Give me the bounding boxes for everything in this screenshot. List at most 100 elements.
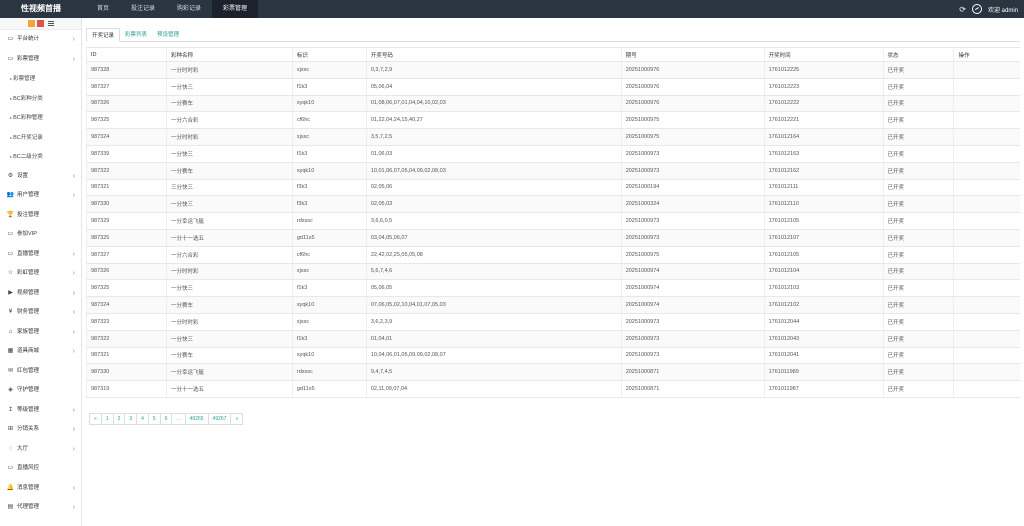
table-cell[interactable]: [953, 246, 1020, 264]
sidebar-item[interactable]: ¥ 财务管理 ›: [0, 303, 81, 323]
table-cell: 已开奖: [882, 263, 954, 281]
sidebar-flag-icon[interactable]: [36, 20, 44, 27]
avatar-icon[interactable]: [971, 4, 982, 14]
trophy-icon: 🏆: [6, 211, 15, 218]
table-cell: rdxssc: [291, 212, 367, 230]
sidebar-subitem[interactable]: 彩票管理: [0, 69, 81, 89]
sidebar-star-icon[interactable]: [27, 20, 35, 27]
table-cell: 一分十一选五: [165, 229, 293, 247]
sidebar-subitem[interactable]: BC彩种分类: [0, 89, 81, 109]
table-cell[interactable]: [953, 330, 1020, 348]
table-cell: 已开奖: [882, 296, 954, 314]
sidebar-item[interactable]: ↥ 等级管理 ›: [0, 401, 81, 421]
table-cell: cf6hc: [291, 246, 367, 264]
tab-item[interactable]: 开奖记录: [86, 28, 121, 42]
user-welcome[interactable]: 欢迎 admin: [988, 5, 1018, 14]
sidebar-item[interactable]: 🔔 消息管理 ›: [0, 479, 81, 499]
table-cell: 20251000871: [620, 380, 765, 398]
table-cell: 0,3,7,2,9: [365, 61, 622, 79]
chevron-right-icon: ›: [72, 192, 75, 199]
table-cell: 987328: [86, 61, 167, 79]
table-cell[interactable]: [953, 128, 1020, 146]
table-cell: 一分时时彩: [165, 128, 293, 146]
table-cell[interactable]: [953, 296, 1020, 314]
page-link[interactable]: 49267: [207, 412, 232, 425]
sidebar-item[interactable]: ▶ 视频管理 ›: [0, 284, 81, 304]
table-cell: 1761012163: [763, 145, 884, 163]
sidebar-item[interactable]: ▭ 直播管理 ›: [0, 245, 81, 265]
sidebar-item-label: 代理管理: [17, 504, 40, 510]
table-cell: 05,06,05: [365, 279, 622, 298]
sidebar-item[interactable]: ▭ 直播风控: [0, 459, 81, 479]
sidebar-item-label: 设置: [17, 172, 29, 179]
sidebar-item[interactable]: ◌ 大厅 ›: [0, 440, 81, 460]
chevron-right-icon: ›: [72, 55, 75, 63]
sidebar-item[interactable]: ☆ 彩虹管理 ›: [0, 264, 81, 284]
table-cell: 987324: [86, 296, 167, 314]
tab-item[interactable]: 彩票列表: [120, 28, 152, 42]
table-cell[interactable]: [953, 279, 1020, 298]
sidebar-item[interactable]: 🏆 投注管理: [0, 206, 81, 226]
table-cell: 已开奖: [882, 246, 954, 264]
table-cell[interactable]: [953, 347, 1020, 365]
top-nav-item[interactable]: 购彩记录: [166, 0, 212, 18]
top-nav-item[interactable]: 彩票管理: [212, 0, 259, 18]
table-cell[interactable]: [953, 111, 1020, 130]
table-cell: 1761012044: [763, 313, 884, 331]
column-header: 开奖号码: [365, 47, 622, 62]
table-row: 987327 一分快三 f1k3 05,06,04 20251000976 1761012…: [86, 78, 1020, 96]
sidebar-item[interactable]: ✉ 红包管理: [0, 362, 81, 382]
sidebar-subitem[interactable]: BC彩种管理: [0, 108, 81, 128]
sidebar-item[interactable]: 👥 用户管理 ›: [0, 186, 81, 206]
table-cell[interactable]: [953, 212, 1020, 230]
table-cell: 03,04,05,06,07: [365, 229, 622, 247]
table-cell: f1k3: [291, 279, 367, 298]
table-cell[interactable]: [953, 313, 1020, 331]
table-cell: 987321: [86, 347, 167, 365]
table-cell[interactable]: [953, 95, 1020, 113]
page-link[interactable]: »: [230, 412, 244, 425]
table-cell[interactable]: [953, 145, 1020, 163]
tab-item[interactable]: 预设管理: [152, 28, 184, 42]
sidebar-item[interactable]: ▦ 道具商城 ›: [0, 342, 81, 362]
sidebar-subitem[interactable]: BC开奖记录: [0, 128, 81, 148]
table-cell: 1761012110: [763, 195, 884, 214]
sidebar-item[interactable]: ⊞ 分销关系 ›: [0, 420, 81, 440]
table-cell: 01,08,06,07,01,04,04,10,02,03: [365, 95, 622, 113]
table-cell: 1761012111: [763, 179, 884, 197]
table-cell[interactable]: [953, 162, 1020, 180]
table-cell[interactable]: [953, 61, 1020, 79]
sidebar-item[interactable]: ▭ 参加VIP: [0, 225, 81, 245]
table-row: 987325 一分快三 f1k3 05,06,05 20251000974 1761012…: [86, 279, 1020, 298]
table-cell[interactable]: [953, 179, 1020, 197]
sidebar-item[interactable]: ▭ 彩票管理 ›: [0, 50, 81, 70]
sidebar-item[interactable]: ⚙ 设置 ›: [0, 167, 81, 187]
page-link[interactable]: 49265: [184, 412, 209, 425]
table-cell: 20251000974: [620, 296, 765, 314]
top-nav-item[interactable]: 投注记录: [120, 0, 166, 18]
sidebar-item[interactable]: ◈ 守护管理: [0, 381, 81, 401]
sidebar-subitem[interactable]: BC二级分类: [0, 147, 81, 167]
table-cell[interactable]: [953, 380, 1020, 398]
table-row: 987319 一分十一选五 gd11x5 02,11,09,07,04 20251000…: [86, 380, 1020, 398]
table-cell[interactable]: [953, 229, 1020, 247]
top-bar: 性视频首播 首页 投注记录 购彩记录 彩票管理 ⟳ 欢迎 admin: [0, 0, 1024, 18]
table-cell[interactable]: [953, 195, 1020, 214]
chevron-right-icon: ›: [72, 36, 75, 43]
sidebar-item[interactable]: ⌂ 家族管理 ›: [0, 323, 81, 343]
column-header: 操作: [953, 47, 1020, 62]
sidebar-item[interactable]: ▤ 代理管理 ›: [0, 498, 81, 518]
table-cell[interactable]: [953, 263, 1020, 281]
table-cell: 一分快三: [165, 78, 293, 96]
table-cell[interactable]: [953, 78, 1020, 96]
chevron-right-icon: ›: [72, 250, 75, 258]
refresh-icon[interactable]: ⟳: [959, 5, 966, 14]
menu-toggle-icon[interactable]: [47, 21, 54, 26]
table-row: 987324 一分时时彩 xjssc 3,5,7,2,5 20251000975 1761…: [86, 128, 1020, 146]
sidebar-item[interactable]: ▭ 平台统计 ›: [0, 30, 81, 50]
table-cell: 1761012225: [763, 61, 884, 79]
top-nav-item[interactable]: 首页: [86, 0, 120, 18]
table-cell[interactable]: [953, 363, 1020, 382]
table-cell: 02,05,03: [365, 195, 622, 214]
table-cell: 已开奖: [882, 363, 954, 382]
